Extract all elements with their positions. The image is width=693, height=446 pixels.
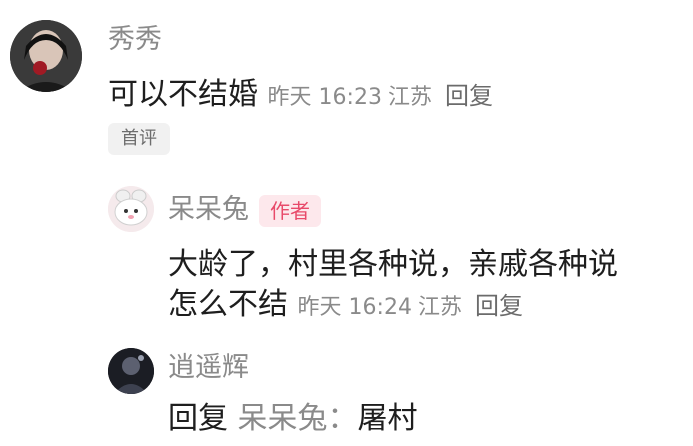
avatar-xiaoyaohui[interactable] xyxy=(108,348,154,394)
reply-body-line1: 大龄了，村里各种说，亲戚各种说 xyxy=(168,247,618,282)
reply-body-line2: 怎么不结 昨天 16:24 江苏 回复 xyxy=(168,284,523,329)
dark-photo-icon xyxy=(108,348,154,394)
comment-text: 可以不结婚 xyxy=(108,77,258,112)
comment-author-name[interactable]: 秀秀 xyxy=(108,24,162,56)
comment-time: 昨天 16:23 xyxy=(267,85,382,110)
author-badge: 作者 xyxy=(259,194,321,227)
reply-time: 昨天 16:24 xyxy=(297,295,412,320)
reply-meta: 昨天 16:24 江苏 xyxy=(298,295,475,320)
reply-author-name[interactable]: 逍遥辉 xyxy=(168,352,249,384)
reply-text: 屠村 xyxy=(357,401,418,436)
cartoon-avatar-icon xyxy=(108,186,154,232)
reply-location: 江苏 xyxy=(417,295,462,320)
reply-body: 回复 呆呆兔：屠村 xyxy=(168,398,418,440)
reply-author-name: 呆呆兔 作者 xyxy=(168,194,321,227)
first-comment-tag: 首评 xyxy=(108,123,170,155)
comment-body: 可以不结婚 昨天 16:23 江苏 回复 xyxy=(108,74,493,119)
user-photo-icon xyxy=(10,20,82,92)
comment-meta: 昨天 16:23 江苏 xyxy=(268,85,445,110)
reply-prefix: 回复 xyxy=(168,401,228,436)
reply-button[interactable]: 回复 xyxy=(475,292,523,320)
reply-author-username[interactable]: 呆呆兔 xyxy=(168,194,249,225)
comment-location: 江苏 xyxy=(387,85,432,110)
avatar-xiuxiu[interactable] xyxy=(10,20,82,92)
avatar-daidaitu[interactable] xyxy=(108,186,154,232)
reply-text-end: 怎么不结 xyxy=(168,287,288,322)
reply-target-user[interactable]: 呆呆兔： xyxy=(238,401,358,436)
reply-button[interactable]: 回复 xyxy=(445,82,493,110)
